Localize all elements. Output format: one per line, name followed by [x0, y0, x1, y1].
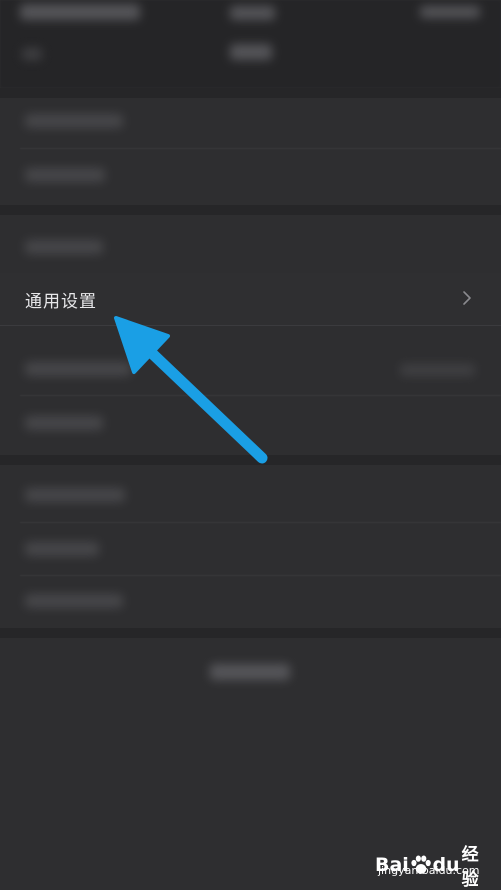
group-separator [0, 628, 501, 638]
watermark-url: jingyan.baidu.com [378, 864, 480, 877]
blurred-logout-button[interactable] [210, 664, 290, 680]
row-divider [20, 395, 501, 396]
blurred-row-value [400, 364, 475, 376]
baidu-jingyan-watermark: Bai du 经验 jingyan.baidu.com [375, 840, 495, 890]
blurred-row-label[interactable] [25, 362, 131, 376]
blurred-row-label[interactable] [25, 542, 99, 556]
group-separator [0, 455, 501, 465]
blurred-row-label[interactable] [25, 240, 103, 254]
blurred-row-label[interactable] [25, 114, 123, 128]
annotation-arrow [114, 316, 268, 464]
blurred-row-label[interactable] [25, 594, 123, 608]
blurred-header-small [22, 48, 42, 60]
row-divider [20, 522, 501, 523]
chevron-right-icon [463, 291, 471, 305]
blurred-row-label[interactable] [25, 168, 105, 182]
blurred-header-sub [230, 44, 272, 60]
general-settings-row[interactable]: 通用设置 [0, 273, 501, 326]
group-separator [0, 88, 501, 98]
group-separator [0, 205, 501, 215]
row-divider [20, 575, 501, 576]
blurred-row-label[interactable] [25, 488, 125, 502]
blurred-header-right [420, 6, 480, 18]
blurred-header-center [230, 6, 275, 20]
blurred-row-label[interactable] [25, 416, 103, 430]
general-settings-label: 通用设置 [25, 292, 97, 312]
blurred-header-title [20, 4, 140, 20]
row-divider [20, 148, 501, 149]
settings-screen: 通用设置 Bai du 经验 jingyan.baidu.com [0, 0, 501, 890]
